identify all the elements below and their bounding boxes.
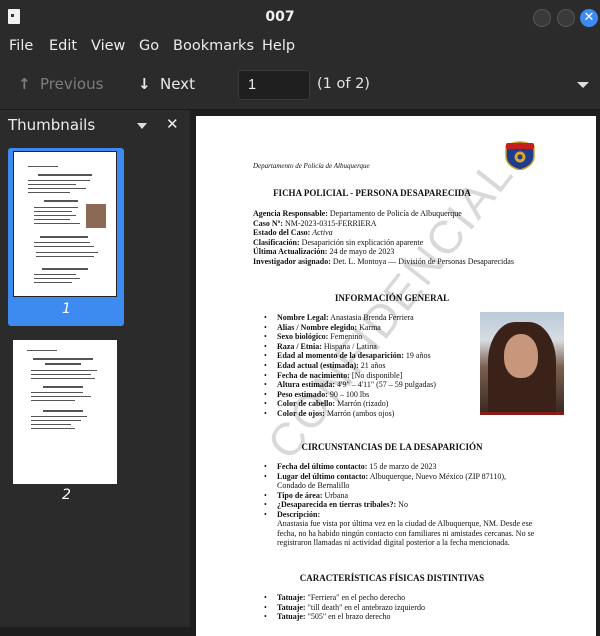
sidebar-title: Thumbnails xyxy=(8,116,96,134)
list-item: Color de cabello: Marrón (rizado) xyxy=(264,399,436,409)
menu-bookmarks[interactable]: Bookmarks xyxy=(173,38,254,54)
circumstances-list: Fecha del último contacto: 15 de marzo d… xyxy=(264,462,506,520)
info-line: Última Actualización: 24 de mayo de 2023 xyxy=(253,247,395,256)
marks-list: Tatuaje: "Ferriera" en el pecho derecho … xyxy=(264,593,425,622)
general-list: Nombre Legal: Anastasia Brenda Ferriera … xyxy=(264,313,436,419)
list-item: Nombre Legal: Anastasia Brenda Ferriera xyxy=(264,313,436,323)
thumbnail-page-1[interactable] xyxy=(13,151,117,297)
missing-person-photo xyxy=(480,312,564,415)
thumbnail-label: 2 xyxy=(62,487,71,503)
list-item: Condado de Bernalillo xyxy=(277,481,350,491)
list-item: Edad al momento de la desaparición: 19 a… xyxy=(264,351,436,361)
menu-go[interactable]: Go xyxy=(139,38,159,54)
department-name: Departamento de Policía de Albuquerque xyxy=(253,162,370,170)
section-title-circumstances: CIRCUNSTANCIAS DE LA DESAPARICIÓN xyxy=(301,442,483,452)
description-text: Anastasia fue vista por última vez en la… xyxy=(277,519,535,548)
list-item: Raza / Etnia: Hispana / Latina xyxy=(264,342,436,352)
police-badge-icon xyxy=(505,141,535,170)
close-icon: ✕ xyxy=(583,10,595,25)
info-line: Agencia Responsable: Departamento de Pol… xyxy=(253,209,462,218)
list-item: Lugar del último contacto: Albuquerque, … xyxy=(264,472,506,482)
info-line: Investigador asignado: Det. L. Montoya —… xyxy=(253,256,514,266)
thumbnail-page-2[interactable] xyxy=(13,340,117,484)
menu-bar: File Edit View Go Bookmarks Help xyxy=(0,34,600,60)
list-item: ¿Desaparecida en tierras tribales?: No xyxy=(264,500,506,510)
section-title-marks: CARACTERÍSTICAS FÍSICAS DISTINTIVAS xyxy=(299,573,485,583)
document-page: CONFIDENCIAL Departamento de Policía de … xyxy=(196,116,596,636)
list-item: Tatuaje: "505" en el brazo derecho xyxy=(264,612,425,622)
thumbnail-label: 1 xyxy=(62,301,71,317)
window-title: 007 xyxy=(265,9,295,25)
chevron-down-icon[interactable] xyxy=(577,82,589,88)
sidebar-close-icon[interactable]: ✕ xyxy=(166,115,179,133)
menu-edit[interactable]: Edit xyxy=(49,38,77,54)
minimize-button[interactable] xyxy=(533,9,551,27)
list-item: Fecha de nacimiento: [No disponible] xyxy=(264,371,436,381)
list-item: Tipo de área: Urbana xyxy=(264,491,506,501)
section-title-general: INFORMACIÓN GENERAL xyxy=(334,293,450,303)
info-line: Estado del Caso: Activa xyxy=(253,228,333,237)
list-item: Sexo biológico: Femenino xyxy=(264,332,436,342)
next-button[interactable]: ↓ Next xyxy=(138,75,195,93)
list-item: Tatuaje: "Ferriera" en el pecho derecho xyxy=(264,593,425,603)
title-bar: 007 ✕ xyxy=(0,0,600,34)
list-item: Altura estimada: 4'9" – 4'11" (57 – 59 p… xyxy=(264,380,436,390)
menu-view[interactable]: View xyxy=(91,38,125,54)
list-item: Alias / Nombre elegido: Karma xyxy=(264,323,436,333)
document-title: FICHA POLICIAL - PERSONA DESAPARECIDA xyxy=(273,188,471,198)
info-line: Clasificación: Desaparición sin explicac… xyxy=(253,237,424,247)
sidebar-dropdown-icon[interactable] xyxy=(137,123,147,129)
menu-help[interactable]: Help xyxy=(262,38,295,54)
page-count: (1 of 2) xyxy=(317,76,370,92)
list-item: Tatuaje: "till death" en el antebrazo iz… xyxy=(264,603,425,613)
list-item: Color de ojos: Marrón (ambos ojos) xyxy=(264,409,436,419)
close-button[interactable]: ✕ xyxy=(580,9,598,27)
previous-label: Previous xyxy=(40,75,104,93)
info-line: Caso Nº: NM-2023-0315-FERRIERA xyxy=(253,218,377,228)
list-item: Edad actual (estimada): 21 años xyxy=(264,361,436,371)
list-item: Peso estimado: 90 – 100 lbs xyxy=(264,390,436,400)
arrow-up-icon: ↑ xyxy=(18,75,31,93)
menu-file[interactable]: File xyxy=(9,38,33,54)
next-label: Next xyxy=(160,75,195,93)
maximize-button[interactable] xyxy=(557,9,575,27)
previous-button[interactable]: ↑ Previous xyxy=(18,75,103,93)
arrow-down-icon: ↓ xyxy=(138,75,151,93)
sidebar-header: Thumbnails ✕ xyxy=(0,110,190,140)
page-number-input[interactable] xyxy=(238,70,310,100)
list-item: Fecha del último contacto: 15 de marzo d… xyxy=(264,462,506,472)
